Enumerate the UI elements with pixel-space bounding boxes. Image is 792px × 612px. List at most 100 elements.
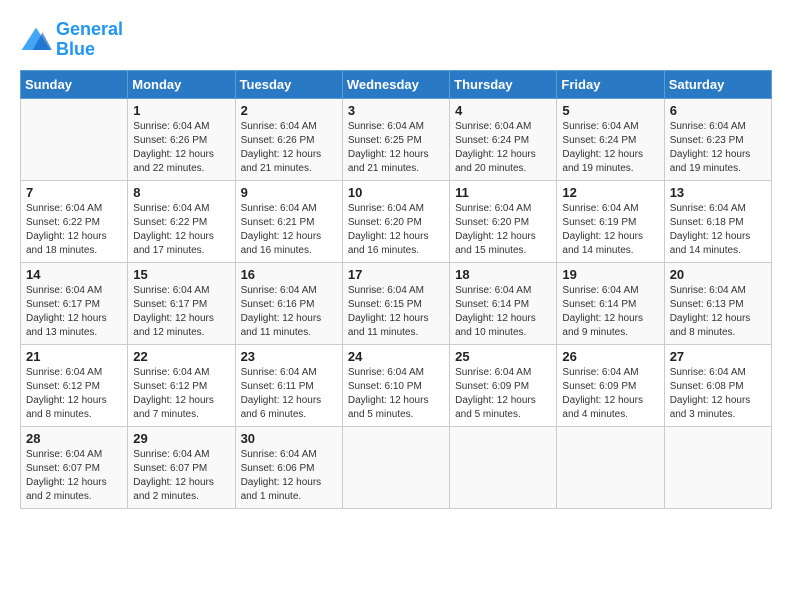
day-number: 30 bbox=[241, 431, 337, 446]
calendar-table: SundayMondayTuesdayWednesdayThursdayFrid… bbox=[20, 70, 772, 509]
calendar-week-row: 14 Sunrise: 6:04 AM Sunset: 6:17 PM Dayli… bbox=[21, 262, 772, 344]
day-info: Sunrise: 6:04 AM Sunset: 6:20 PM Dayligh… bbox=[455, 202, 551, 258]
day-info: Sunrise: 6:04 AM Sunset: 6:16 PM Dayligh… bbox=[241, 284, 337, 340]
day-info: Sunrise: 6:04 AM Sunset: 6:25 PM Dayligh… bbox=[348, 120, 444, 176]
day-info: Sunrise: 6:04 AM Sunset: 6:24 PM Dayligh… bbox=[455, 120, 551, 176]
calendar-day-cell bbox=[342, 426, 449, 508]
calendar-day-cell: 12 Sunrise: 6:04 AM Sunset: 6:19 PM Dayli… bbox=[557, 180, 664, 262]
calendar-day-cell bbox=[557, 426, 664, 508]
day-info: Sunrise: 6:04 AM Sunset: 6:26 PM Dayligh… bbox=[133, 120, 229, 176]
day-info: Sunrise: 6:04 AM Sunset: 6:21 PM Dayligh… bbox=[241, 202, 337, 258]
day-info: Sunrise: 6:04 AM Sunset: 6:06 PM Dayligh… bbox=[241, 448, 337, 504]
day-number: 25 bbox=[455, 349, 551, 364]
calendar-day-header: Saturday bbox=[664, 70, 771, 98]
calendar-day-cell: 13 Sunrise: 6:04 AM Sunset: 6:18 PM Dayli… bbox=[664, 180, 771, 262]
day-number: 3 bbox=[348, 103, 444, 118]
day-number: 22 bbox=[133, 349, 229, 364]
calendar-day-cell: 7 Sunrise: 6:04 AM Sunset: 6:22 PM Daylig… bbox=[21, 180, 128, 262]
day-number: 7 bbox=[26, 185, 122, 200]
calendar-day-cell: 18 Sunrise: 6:04 AM Sunset: 6:14 PM Dayli… bbox=[450, 262, 557, 344]
day-number: 4 bbox=[455, 103, 551, 118]
calendar-day-header: Friday bbox=[557, 70, 664, 98]
calendar-day-cell: 28Sunrise: 6:04 AM Sunset: 6:07 PM Dayli… bbox=[21, 426, 128, 508]
calendar-header-row: SundayMondayTuesdayWednesdayThursdayFrid… bbox=[21, 70, 772, 98]
day-info: Sunrise: 6:04 AM Sunset: 6:15 PM Dayligh… bbox=[348, 284, 444, 340]
day-info: Sunrise: 6:04 AM Sunset: 6:12 PM Dayligh… bbox=[133, 366, 229, 422]
day-number: 24 bbox=[348, 349, 444, 364]
day-info: Sunrise: 6:04 AM Sunset: 6:19 PM Dayligh… bbox=[562, 202, 658, 258]
calendar-day-cell: 3 Sunrise: 6:04 AM Sunset: 6:25 PM Daylig… bbox=[342, 98, 449, 180]
day-info: Sunrise: 6:04 AM Sunset: 6:18 PM Dayligh… bbox=[670, 202, 766, 258]
calendar-day-cell: 25Sunrise: 6:04 AM Sunset: 6:09 PM Dayli… bbox=[450, 344, 557, 426]
calendar-day-cell: 1 Sunrise: 6:04 AM Sunset: 6:26 PM Daylig… bbox=[128, 98, 235, 180]
calendar-day-cell bbox=[450, 426, 557, 508]
calendar-day-header: Tuesday bbox=[235, 70, 342, 98]
day-number: 27 bbox=[670, 349, 766, 364]
calendar-day-header: Wednesday bbox=[342, 70, 449, 98]
calendar-day-cell: 8 Sunrise: 6:04 AM Sunset: 6:22 PM Daylig… bbox=[128, 180, 235, 262]
logo-icon bbox=[20, 26, 52, 54]
day-info: Sunrise: 6:04 AM Sunset: 6:26 PM Dayligh… bbox=[241, 120, 337, 176]
day-number: 1 bbox=[133, 103, 229, 118]
day-info: Sunrise: 6:04 AM Sunset: 6:07 PM Dayligh… bbox=[26, 448, 122, 504]
day-info: Sunrise: 6:04 AM Sunset: 6:17 PM Dayligh… bbox=[133, 284, 229, 340]
day-number: 18 bbox=[455, 267, 551, 282]
calendar-day-cell bbox=[664, 426, 771, 508]
day-number: 8 bbox=[133, 185, 229, 200]
calendar-day-cell: 30 Sunrise: 6:04 AM Sunset: 6:06 PM Dayli… bbox=[235, 426, 342, 508]
day-info: Sunrise: 6:04 AM Sunset: 6:07 PM Dayligh… bbox=[133, 448, 229, 504]
day-number: 6 bbox=[670, 103, 766, 118]
day-number: 2 bbox=[241, 103, 337, 118]
day-number: 16 bbox=[241, 267, 337, 282]
calendar-day-cell: 10 Sunrise: 6:04 AM Sunset: 6:20 PM Dayli… bbox=[342, 180, 449, 262]
day-info: Sunrise: 6:04 AM Sunset: 6:23 PM Dayligh… bbox=[670, 120, 766, 176]
calendar-day-cell: 19 Sunrise: 6:04 AM Sunset: 6:14 PM Dayli… bbox=[557, 262, 664, 344]
logo: General Blue bbox=[20, 20, 123, 60]
day-info: Sunrise: 6:04 AM Sunset: 6:11 PM Dayligh… bbox=[241, 366, 337, 422]
day-info: Sunrise: 6:04 AM Sunset: 6:22 PM Dayligh… bbox=[133, 202, 229, 258]
calendar-day-cell: 6 Sunrise: 6:04 AM Sunset: 6:23 PM Daylig… bbox=[664, 98, 771, 180]
calendar-day-header: Monday bbox=[128, 70, 235, 98]
day-number: 10 bbox=[348, 185, 444, 200]
calendar-day-cell: 26 Sunrise: 6:04 AM Sunset: 6:09 PM Dayli… bbox=[557, 344, 664, 426]
page-header: General Blue bbox=[20, 20, 772, 60]
day-number: 15 bbox=[133, 267, 229, 282]
day-number: 26 bbox=[562, 349, 658, 364]
calendar-day-cell: 15 Sunrise: 6:04 AM Sunset: 6:17 PM Dayli… bbox=[128, 262, 235, 344]
calendar-day-header: Thursday bbox=[450, 70, 557, 98]
day-info: Sunrise: 6:04 AM Sunset: 6:14 PM Dayligh… bbox=[455, 284, 551, 340]
day-number: 21 bbox=[26, 349, 122, 364]
calendar-week-row: 21 Sunrise: 6:04 AM Sunset: 6:12 PM Dayli… bbox=[21, 344, 772, 426]
day-info: Sunrise: 6:04 AM Sunset: 6:22 PM Dayligh… bbox=[26, 202, 122, 258]
calendar-week-row: 7 Sunrise: 6:04 AM Sunset: 6:22 PM Daylig… bbox=[21, 180, 772, 262]
day-info: Sunrise: 6:04 AM Sunset: 6:14 PM Dayligh… bbox=[562, 284, 658, 340]
day-number: 13 bbox=[670, 185, 766, 200]
day-info: Sunrise: 6:04 AM Sunset: 6:24 PM Dayligh… bbox=[562, 120, 658, 176]
logo-text: General Blue bbox=[56, 20, 123, 60]
calendar-week-row: 28Sunrise: 6:04 AM Sunset: 6:07 PM Dayli… bbox=[21, 426, 772, 508]
calendar-body: 1 Sunrise: 6:04 AM Sunset: 6:26 PM Daylig… bbox=[21, 98, 772, 508]
calendar-day-cell: 2 Sunrise: 6:04 AM Sunset: 6:26 PM Daylig… bbox=[235, 98, 342, 180]
day-number: 5 bbox=[562, 103, 658, 118]
day-info: Sunrise: 6:04 AM Sunset: 6:09 PM Dayligh… bbox=[562, 366, 658, 422]
day-number: 11 bbox=[455, 185, 551, 200]
calendar-day-cell: 29Sunrise: 6:04 AM Sunset: 6:07 PM Dayli… bbox=[128, 426, 235, 508]
calendar-day-cell: 24 Sunrise: 6:04 AM Sunset: 6:10 PM Dayli… bbox=[342, 344, 449, 426]
calendar-day-cell bbox=[21, 98, 128, 180]
calendar-day-cell: 14 Sunrise: 6:04 AM Sunset: 6:17 PM Dayli… bbox=[21, 262, 128, 344]
day-info: Sunrise: 6:04 AM Sunset: 6:10 PM Dayligh… bbox=[348, 366, 444, 422]
day-number: 12 bbox=[562, 185, 658, 200]
calendar-day-cell: 17Sunrise: 6:04 AM Sunset: 6:15 PM Dayli… bbox=[342, 262, 449, 344]
calendar-day-cell: 27Sunrise: 6:04 AM Sunset: 6:08 PM Dayli… bbox=[664, 344, 771, 426]
day-number: 23 bbox=[241, 349, 337, 364]
calendar-day-cell: 9Sunrise: 6:04 AM Sunset: 6:21 PM Daylig… bbox=[235, 180, 342, 262]
day-number: 20 bbox=[670, 267, 766, 282]
day-info: Sunrise: 6:04 AM Sunset: 6:20 PM Dayligh… bbox=[348, 202, 444, 258]
calendar-day-cell: 11 Sunrise: 6:04 AM Sunset: 6:20 PM Dayli… bbox=[450, 180, 557, 262]
calendar-day-cell: 21Sunrise: 6:04 AM Sunset: 6:12 PM Dayli… bbox=[21, 344, 128, 426]
day-info: Sunrise: 6:04 AM Sunset: 6:17 PM Dayligh… bbox=[26, 284, 122, 340]
day-number: 19 bbox=[562, 267, 658, 282]
day-number: 14 bbox=[26, 267, 122, 282]
calendar-day-cell: 5 Sunrise: 6:04 AM Sunset: 6:24 PM Daylig… bbox=[557, 98, 664, 180]
calendar-day-cell: 4 Sunrise: 6:04 AM Sunset: 6:24 PM Daylig… bbox=[450, 98, 557, 180]
